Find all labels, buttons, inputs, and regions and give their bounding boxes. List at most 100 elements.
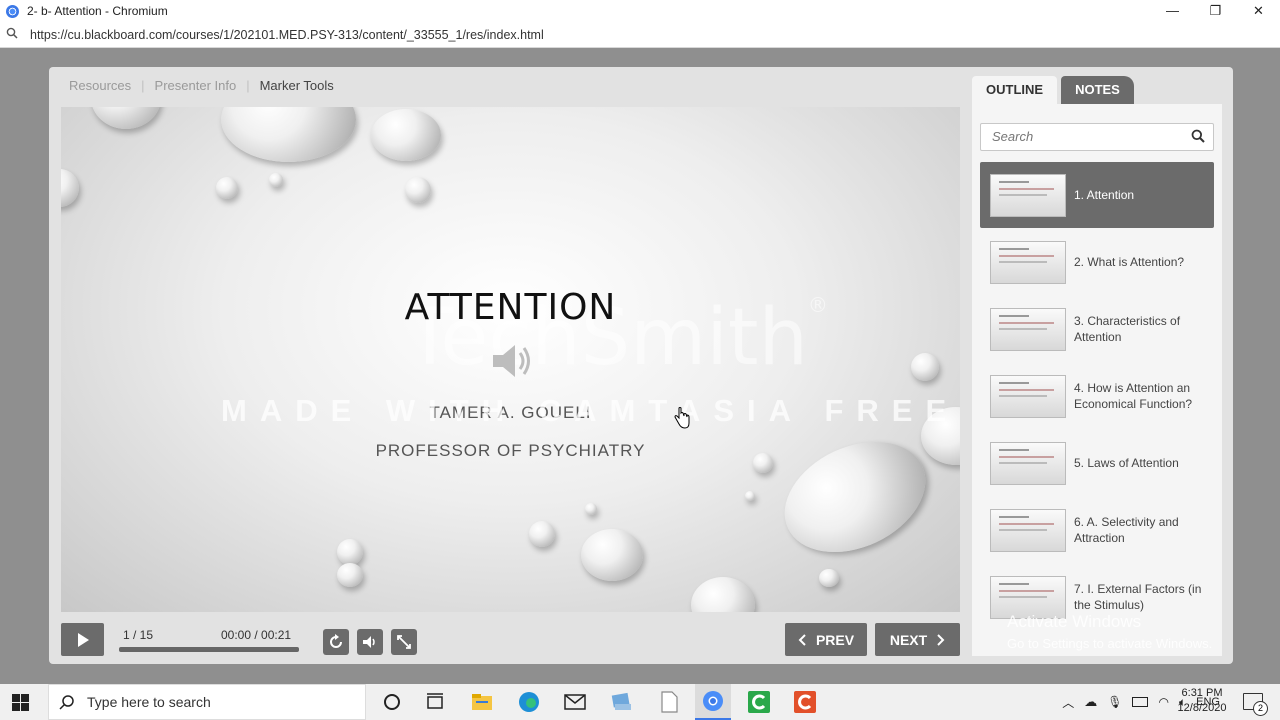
thumbnail-line: [999, 456, 1054, 458]
thumbnail-line: [999, 382, 1029, 384]
water-drop: [337, 563, 363, 587]
microphone-icon[interactable]: 🎙︎: [1107, 695, 1122, 709]
slide-thumbnail: [990, 442, 1066, 485]
camtasia-icon[interactable]: [793, 690, 817, 714]
notification-badge: 2: [1253, 701, 1268, 716]
water-drop: [529, 521, 555, 547]
slide-thumbnail: [990, 375, 1066, 418]
window-title: 2- b- Attention - Chromium: [27, 4, 168, 18]
water-drop: [745, 491, 755, 501]
volume-button[interactable]: [357, 629, 383, 655]
slide-canvas[interactable]: TechSmith® ATTENTION TAMER A. GOUELI MAD…: [61, 107, 960, 612]
edge-icon[interactable]: [517, 690, 541, 714]
water-drop: [691, 577, 755, 612]
expand-icon: [397, 635, 411, 649]
outline-item-label: 6. A. Selectivity and Attraction: [1074, 515, 1179, 545]
thumbnail-line: [999, 596, 1047, 598]
windows-start-icon[interactable]: [12, 694, 29, 711]
chromium-icon: [703, 691, 723, 711]
water-drop: [371, 109, 441, 161]
battery-icon[interactable]: [1132, 697, 1149, 707]
outline-item[interactable]: 2. What is Attention?: [980, 229, 1214, 295]
thumbnail-line: [999, 389, 1054, 391]
file-explorer-icon[interactable]: [470, 690, 494, 714]
water-drop: [911, 353, 939, 381]
water-drop: [405, 177, 431, 203]
search-icon[interactable]: [1191, 129, 1205, 143]
window-controls: — ❐ ✕: [1151, 0, 1280, 22]
tab-outline[interactable]: OUTLINE: [972, 76, 1058, 104]
prev-button[interactable]: PREV: [785, 623, 867, 656]
outline-item-label: 4. How is Attention an Economical Functi…: [1074, 381, 1193, 411]
wifi-icon[interactable]: ◠: [1158, 695, 1168, 709]
volume-icon: [363, 636, 375, 648]
replay-icon: [330, 634, 342, 648]
taskbar-search-box[interactable]: Type here to search: [48, 684, 366, 720]
nav-marker-tools[interactable]: Marker Tools: [260, 78, 334, 93]
speaker-icon: [493, 345, 530, 377]
close-button[interactable]: ✕: [1237, 0, 1280, 22]
camtasia-trial-watermark: MADE WITH CAMTASIA FREE TRIAL: [221, 393, 960, 428]
outline-item-label: 1. Attention: [1074, 188, 1135, 202]
nav-resources[interactable]: Resources: [69, 78, 131, 93]
task-view-icon[interactable]: [423, 690, 447, 714]
thumbnail-line: [999, 315, 1029, 317]
search-placeholder: Search: [992, 129, 1034, 144]
thumbnail-line: [999, 194, 1047, 196]
outline-item[interactable]: 5. Laws of Attention: [980, 430, 1214, 496]
presentation-player: Resources | Presenter Info | Marker Tool…: [49, 67, 1233, 664]
top-nav: Resources | Presenter Info | Marker Tool…: [69, 78, 334, 93]
address-bar[interactable]: https://cu.blackboard.com/courses/1/2021…: [0, 22, 1280, 48]
cloud-icon[interactable]: ☁: [1084, 694, 1097, 710]
hand-cursor-icon: [674, 407, 690, 429]
water-drop: [221, 107, 356, 162]
url-text[interactable]: https://cu.blackboard.com/courses/1/2021…: [30, 28, 544, 42]
fullscreen-button[interactable]: [391, 629, 417, 655]
thumbnail-line: [999, 583, 1029, 585]
progress-bar[interactable]: [119, 647, 299, 652]
mail-icon[interactable]: [563, 690, 587, 714]
elapsed-time: 00:00 / 00:21: [221, 628, 292, 642]
thumbnail-line: [999, 529, 1047, 531]
windows-taskbar: Type here to search ︿ ☁ 🎙︎ ◠ 🔈︎ ENG 6:31…: [0, 684, 1280, 720]
camtasia-recorder-icon[interactable]: [747, 690, 771, 714]
search-icon: [59, 695, 74, 710]
water-drop: [269, 173, 283, 187]
outline-item-label: 3. Characteristics of Attention: [1074, 314, 1181, 344]
minimize-button[interactable]: —: [1151, 0, 1194, 22]
tab-notes[interactable]: NOTES: [1061, 76, 1134, 104]
outline-item[interactable]: 4. How is Attention an Economical Functi…: [980, 363, 1214, 429]
thumbnail-line: [999, 261, 1047, 263]
maximize-button[interactable]: ❐: [1194, 0, 1237, 22]
slide-counter: 1 / 15: [123, 628, 154, 642]
thumbnail-line: [999, 248, 1029, 250]
next-button[interactable]: NEXT: [875, 623, 960, 656]
activate-windows-title: Activate Windows: [1007, 612, 1142, 631]
chevron-up-icon[interactable]: ︿: [1062, 694, 1074, 711]
outline-search-input[interactable]: Search: [980, 123, 1214, 151]
replay-button[interactable]: [323, 629, 349, 655]
nav-presenter-info[interactable]: Presenter Info: [155, 78, 237, 93]
water-drop: [61, 169, 79, 207]
taskbar-clock[interactable]: 6:31 PM 12/8/2020: [1170, 686, 1234, 716]
chromium-taskbar-button[interactable]: [695, 684, 731, 720]
search-icon: [6, 27, 30, 42]
app-icon[interactable]: [610, 690, 634, 714]
water-drop: [91, 107, 161, 129]
document-icon[interactable]: [657, 690, 681, 714]
thumbnail-line: [999, 590, 1054, 592]
thumbnail-line: [999, 322, 1054, 324]
outline-item[interactable]: 1. Attention: [980, 162, 1214, 228]
thumbnail-line: [999, 449, 1029, 451]
outline-item[interactable]: 3. Characteristics of Attention: [980, 296, 1214, 362]
activate-windows-watermark: Activate Windows Go to Settings to activ…: [1007, 612, 1212, 651]
slide-title: ATTENTION: [404, 287, 617, 328]
next-label: NEXT: [889, 631, 928, 648]
water-drop: [585, 503, 597, 515]
nav-separator: |: [246, 78, 250, 93]
outline-item-label: 2. What is Attention?: [1074, 255, 1185, 269]
cortana-icon[interactable]: [380, 690, 404, 714]
outline-item[interactable]: 6. A. Selectivity and Attraction: [980, 497, 1214, 563]
play-button[interactable]: [61, 623, 104, 656]
water-drop: [216, 177, 238, 199]
